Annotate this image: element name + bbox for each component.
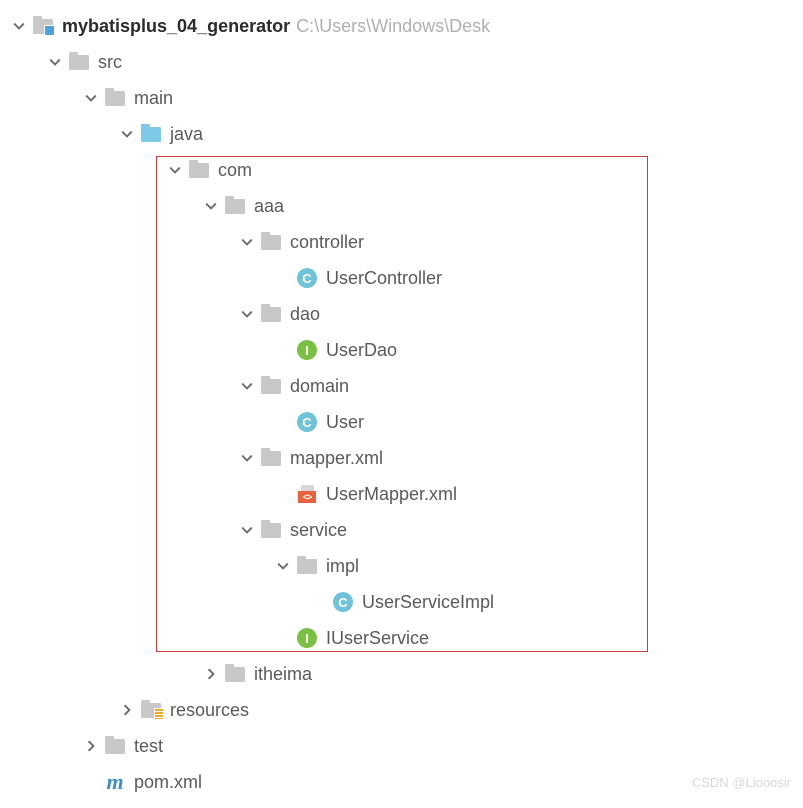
chevron-down-icon[interactable] xyxy=(46,53,64,71)
maven-icon: m xyxy=(104,771,126,793)
tree-node-mapperxml[interactable]: mapper.xml xyxy=(0,440,803,476)
package-icon xyxy=(260,375,282,397)
chevron-down-icon[interactable] xyxy=(238,233,256,251)
node-path-hint: C:\Users\Windows\Desk xyxy=(296,16,490,37)
node-label: itheima xyxy=(254,664,312,685)
chevron-down-icon[interactable] xyxy=(238,449,256,467)
chevron-right-icon[interactable] xyxy=(82,737,100,755)
node-label: main xyxy=(134,88,173,109)
package-icon xyxy=(260,231,282,253)
folder-icon xyxy=(104,87,126,109)
node-label: com xyxy=(218,160,252,181)
node-label: dao xyxy=(290,304,320,325)
tree-node-dao[interactable]: dao xyxy=(0,296,803,332)
node-label: controller xyxy=(290,232,364,253)
chevron-down-icon[interactable] xyxy=(82,89,100,107)
package-icon xyxy=(260,303,282,325)
node-label: IUserService xyxy=(326,628,429,649)
package-icon xyxy=(260,519,282,541)
tree-node-usermapperxml[interactable]: UserMapper.xml xyxy=(0,476,803,512)
resources-folder-icon xyxy=(140,699,162,721)
node-label: UserDao xyxy=(326,340,397,361)
node-label: aaa xyxy=(254,196,284,217)
package-icon xyxy=(260,447,282,469)
tree-node-resources[interactable]: resources xyxy=(0,692,803,728)
node-label: mybatisplus_04_generator xyxy=(62,16,290,37)
tree-node-userserviceimpl[interactable]: C UserServiceImpl xyxy=(0,584,803,620)
tree-node-pom[interactable]: m pom.xml xyxy=(0,764,803,800)
node-label: impl xyxy=(326,556,359,577)
tree-node-main[interactable]: main xyxy=(0,80,803,116)
chevron-down-icon[interactable] xyxy=(10,17,28,35)
class-icon: C xyxy=(296,411,318,433)
tree-node-service[interactable]: service xyxy=(0,512,803,548)
tree-node-aaa[interactable]: aaa xyxy=(0,188,803,224)
chevron-down-icon[interactable] xyxy=(238,305,256,323)
node-label: mapper.xml xyxy=(290,448,383,469)
node-label: java xyxy=(170,124,203,145)
node-label: resources xyxy=(170,700,249,721)
tree-node-src[interactable]: src xyxy=(0,44,803,80)
tree-node-itheima[interactable]: itheima xyxy=(0,656,803,692)
chevron-down-icon[interactable] xyxy=(238,521,256,539)
node-label: service xyxy=(290,520,347,541)
class-icon: C xyxy=(296,267,318,289)
tree-node-controller[interactable]: controller xyxy=(0,224,803,260)
node-label: src xyxy=(98,52,122,73)
xml-file-icon xyxy=(296,483,318,505)
package-icon xyxy=(188,159,210,181)
package-icon xyxy=(224,195,246,217)
tree-node-test[interactable]: test xyxy=(0,728,803,764)
chevron-down-icon[interactable] xyxy=(274,557,292,575)
node-label: User xyxy=(326,412,364,433)
folder-icon xyxy=(104,735,126,757)
tree-node-usercontroller[interactable]: C UserController xyxy=(0,260,803,296)
package-icon xyxy=(296,555,318,577)
watermark: CSDN @Liooosir xyxy=(692,775,791,790)
node-label: pom.xml xyxy=(134,772,202,793)
project-tree: mybatisplus_04_generator C:\Users\Window… xyxy=(0,8,803,800)
node-label: UserServiceImpl xyxy=(362,592,494,613)
tree-node-user[interactable]: C User xyxy=(0,404,803,440)
node-label: UserController xyxy=(326,268,442,289)
package-icon xyxy=(224,663,246,685)
chevron-down-icon[interactable] xyxy=(238,377,256,395)
chevron-down-icon[interactable] xyxy=(202,197,220,215)
tree-node-impl[interactable]: impl xyxy=(0,548,803,584)
node-label: UserMapper.xml xyxy=(326,484,457,505)
tree-node-domain[interactable]: domain xyxy=(0,368,803,404)
tree-node-java[interactable]: java xyxy=(0,116,803,152)
module-folder-icon xyxy=(32,15,54,37)
tree-node-com[interactable]: com xyxy=(0,152,803,188)
chevron-right-icon[interactable] xyxy=(202,665,220,683)
tree-node-userdao[interactable]: I UserDao xyxy=(0,332,803,368)
node-label: test xyxy=(134,736,163,757)
chevron-down-icon[interactable] xyxy=(118,125,136,143)
chevron-right-icon[interactable] xyxy=(118,701,136,719)
interface-icon: I xyxy=(296,339,318,361)
tree-node-iuserservice[interactable]: I IUserService xyxy=(0,620,803,656)
interface-icon: I xyxy=(296,627,318,649)
folder-icon xyxy=(68,51,90,73)
node-label: domain xyxy=(290,376,349,397)
class-icon: C xyxy=(332,591,354,613)
source-folder-icon xyxy=(140,123,162,145)
tree-node-root[interactable]: mybatisplus_04_generator C:\Users\Window… xyxy=(0,8,803,44)
chevron-down-icon[interactable] xyxy=(166,161,184,179)
